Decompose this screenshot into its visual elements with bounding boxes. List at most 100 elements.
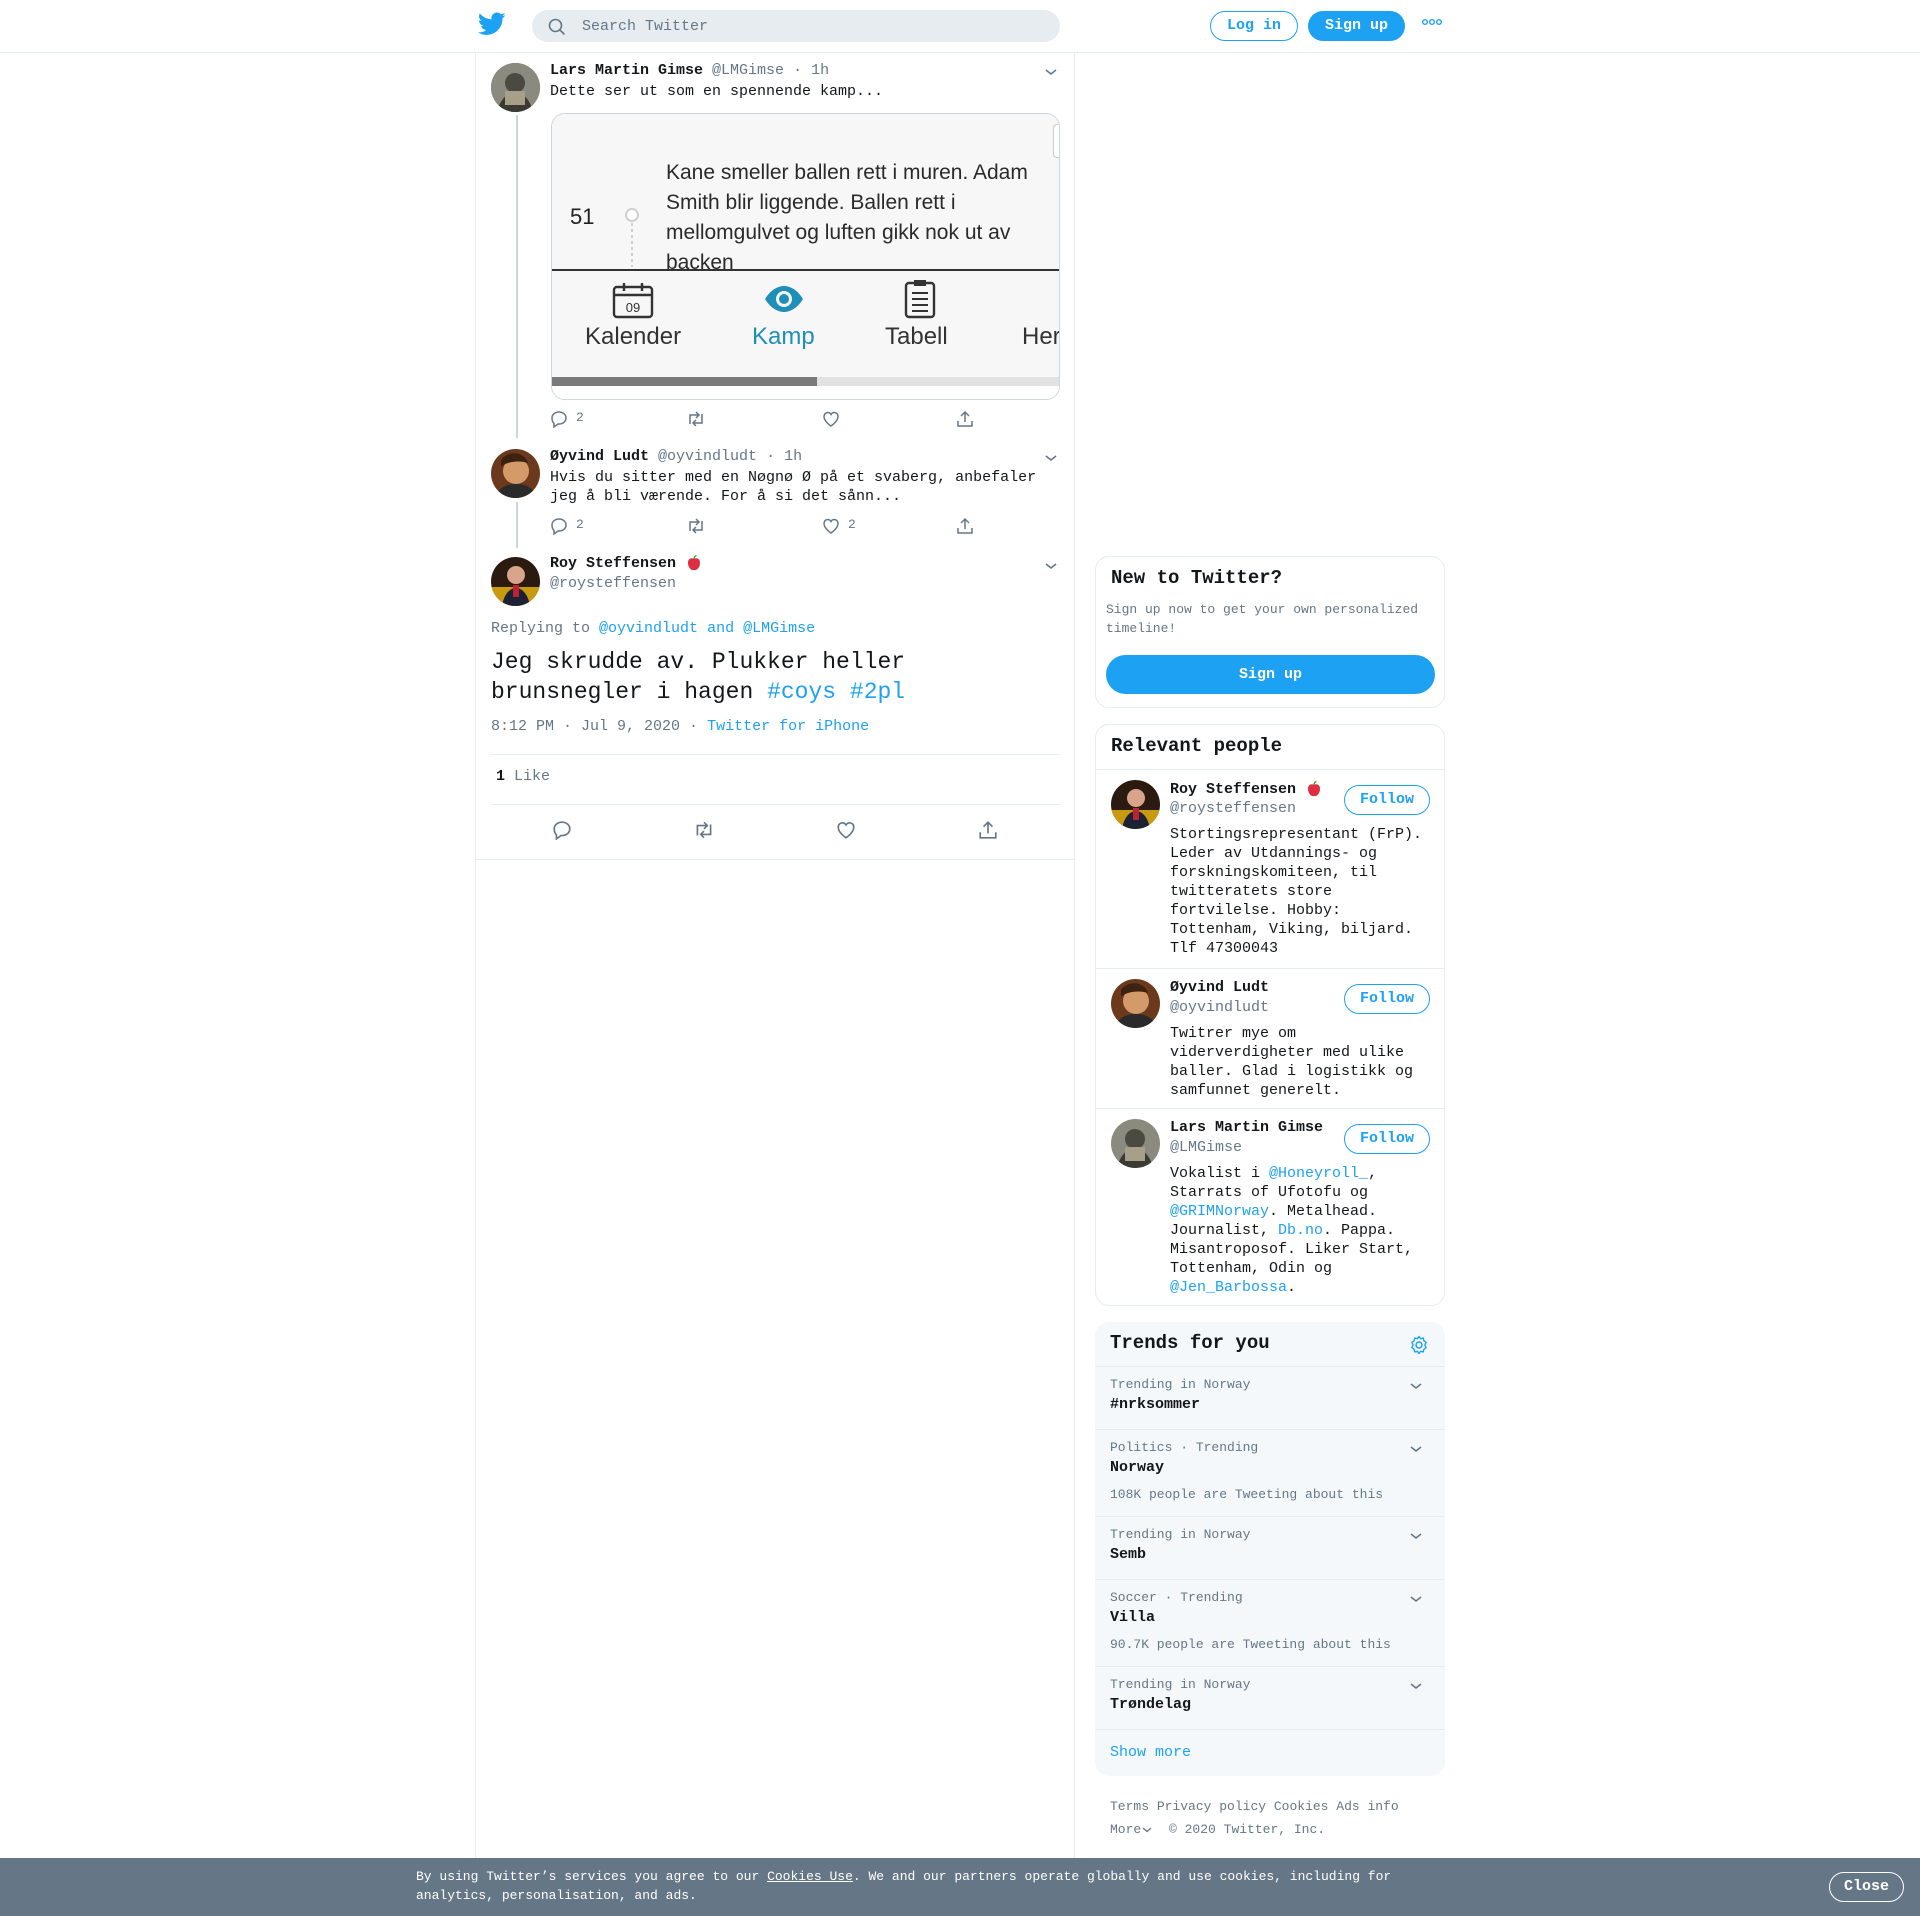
show-more-row: Show more: [1095, 1729, 1445, 1776]
like-button[interactable]: [836, 820, 856, 840]
chevron-down-icon[interactable]: [1409, 1681, 1423, 1691]
cookies-use-link[interactable]: Cookies Use: [767, 1869, 853, 1884]
like-button[interactable]: [822, 410, 840, 428]
replying-prefix: Replying to: [491, 620, 591, 637]
like-stats[interactable]: 1 Like: [496, 768, 550, 785]
search-bar[interactable]: [532, 10, 1060, 42]
tweet-actions: 2: [550, 410, 1060, 430]
trend-item[interactable]: Politics · Trending Norway 108K people a…: [1095, 1429, 1445, 1516]
hashtag-link[interactable]: #2pl: [850, 679, 905, 705]
trend-name: Villa: [1110, 1609, 1156, 1626]
thread-tweet[interactable]: Øyvind Ludt @oyvindludt · 1h Hvis du sit…: [476, 438, 1074, 548]
person-name: Roy Steffensen: [1170, 780, 1323, 798]
chevron-down-icon[interactable]: [1044, 453, 1058, 463]
chevron-down-icon[interactable]: [1044, 561, 1058, 571]
avatar[interactable]: [1111, 1119, 1160, 1168]
person-item[interactable]: Roy Steffensen @roysteffensen Follow Sto…: [1096, 769, 1444, 968]
more-options-icon[interactable]: [1422, 18, 1442, 26]
bio-text: .: [1287, 1279, 1297, 1296]
tweet-time[interactable]: · 1h: [766, 448, 802, 465]
show-more-link[interactable]: Show more: [1110, 1744, 1191, 1761]
like-label: Like: [514, 768, 551, 785]
sidebar-signup-button[interactable]: Sign up: [1106, 655, 1435, 694]
trend-item[interactable]: Soccer · Trending Villa 90.7K people are…: [1095, 1579, 1445, 1666]
avatar[interactable]: [491, 63, 540, 112]
user-handle[interactable]: @roysteffensen: [550, 575, 676, 592]
terms-link[interactable]: Terms: [1110, 1799, 1149, 1814]
avatar[interactable]: [1111, 780, 1160, 829]
person-item[interactable]: Lars Martin Gimse @LMGimse Follow Vokali…: [1096, 1108, 1444, 1305]
trend-name: Semb: [1110, 1546, 1147, 1563]
top-navigation-bar: Log in Sign up: [0, 0, 1920, 53]
tweet-time[interactable]: · 1h: [793, 62, 829, 79]
follow-button[interactable]: Follow: [1344, 1124, 1430, 1154]
chevron-down-icon: [1141, 1826, 1153, 1834]
avatar[interactable]: [491, 557, 540, 606]
reply-button[interactable]: 2: [550, 410, 584, 428]
chevron-down-icon[interactable]: [1409, 1381, 1423, 1391]
follow-button[interactable]: Follow: [1344, 785, 1430, 815]
trend-meta: Politics · Trending: [1110, 1440, 1259, 1455]
user-handle[interactable]: @LMGimse: [712, 62, 784, 79]
tweet-source[interactable]: Twitter for iPhone: [707, 718, 869, 735]
trend-item[interactable]: Trending in Norway #nrksommer: [1095, 1366, 1445, 1429]
cookies-link[interactable]: Cookies: [1274, 1799, 1329, 1814]
twitter-logo-icon[interactable]: [478, 12, 508, 42]
retweet-button[interactable]: [693, 820, 715, 840]
reply-button[interactable]: [552, 820, 572, 840]
trend-meta: Soccer · Trending: [1110, 1590, 1243, 1605]
login-button[interactable]: Log in: [1210, 11, 1298, 41]
trend-item[interactable]: Trending in Norway Semb: [1095, 1516, 1445, 1579]
search-input[interactable]: [582, 10, 1042, 42]
trend-name: #nrksommer: [1110, 1396, 1201, 1413]
share-icon: [957, 517, 973, 534]
follow-button[interactable]: Follow: [1344, 984, 1430, 1014]
chevron-down-icon[interactable]: [1409, 1594, 1423, 1604]
user-name[interactable]: Lars Martin Gimse: [550, 62, 703, 79]
media-progress-fill: [552, 377, 817, 386]
chevron-down-icon[interactable]: [1409, 1531, 1423, 1541]
trend-meta: Trending in Norway: [1110, 1677, 1251, 1692]
reply-count: 2: [576, 410, 584, 425]
close-button[interactable]: Close: [1829, 1872, 1904, 1902]
tweet-media-screenshot[interactable]: 51 Kane smeller ballen rett i muren. Ada…: [551, 113, 1060, 400]
avatar[interactable]: [1111, 979, 1160, 1028]
replying-to-users[interactable]: @oyvindludt and @LMGimse: [599, 620, 815, 637]
retweet-button[interactable]: [686, 410, 706, 428]
chevron-down-icon[interactable]: [1409, 1444, 1423, 1454]
thread-tweet[interactable]: Lars Martin Gimse @LMGimse · 1h Dette se…: [476, 53, 1074, 438]
share-button[interactable]: [956, 517, 974, 535]
user-handle[interactable]: @oyvindludt: [658, 448, 757, 465]
retweet-button[interactable]: [686, 517, 706, 535]
settings-gear-icon[interactable]: [1409, 1335, 1429, 1355]
user-name[interactable]: Roy Steffensen: [550, 554, 703, 572]
hashtag-link[interactable]: #coys: [767, 679, 836, 705]
timestamp-text[interactable]: 8:12 PM · Jul 9, 2020 ·: [491, 718, 698, 735]
privacy-link[interactable]: Privacy policy: [1157, 1799, 1266, 1814]
person-bio: Stortingsrepresentant (FrP). Leder av Ut…: [1170, 826, 1423, 957]
signup-button[interactable]: Sign up: [1308, 11, 1405, 41]
user-name[interactable]: Øyvind Ludt: [550, 448, 649, 465]
eye-icon: [763, 283, 805, 315]
bio-mention-link[interactable]: @Honeyroll_: [1269, 1165, 1368, 1182]
share-button[interactable]: [978, 820, 998, 840]
divider: [491, 804, 1060, 805]
avatar[interactable]: [491, 449, 540, 498]
chevron-down-icon[interactable]: [1044, 67, 1058, 77]
thread-line: [516, 502, 518, 548]
person-bio: Vokalist i @Honeyroll_, Starrats of Ufot…: [1170, 1164, 1432, 1297]
person-item[interactable]: Øyvind Ludt @oyvindludt Follow Twitrer m…: [1096, 968, 1444, 1108]
more-link[interactable]: More: [1110, 1822, 1153, 1837]
share-button[interactable]: [956, 410, 974, 428]
reply-button[interactable]: 2: [550, 517, 584, 535]
cookie-banner-text: By using Twitter’s services you agree to…: [416, 1867, 1416, 1905]
bio-url-link[interactable]: Db.no: [1278, 1222, 1323, 1239]
user-name-text: Roy Steffensen: [550, 554, 677, 572]
main-column: Lars Martin Gimse @LMGimse · 1h Dette se…: [475, 53, 1075, 1858]
bio-mention-link[interactable]: @GRIMNorway: [1170, 1203, 1269, 1220]
person-handle: @roysteffensen: [1170, 800, 1297, 817]
like-button[interactable]: 2: [822, 517, 856, 535]
trend-item[interactable]: Trending in Norway Trøndelag: [1095, 1666, 1445, 1729]
ads-info-link[interactable]: Ads info: [1336, 1799, 1398, 1814]
bio-mention-link[interactable]: @Jen_Barbossa: [1170, 1279, 1287, 1296]
